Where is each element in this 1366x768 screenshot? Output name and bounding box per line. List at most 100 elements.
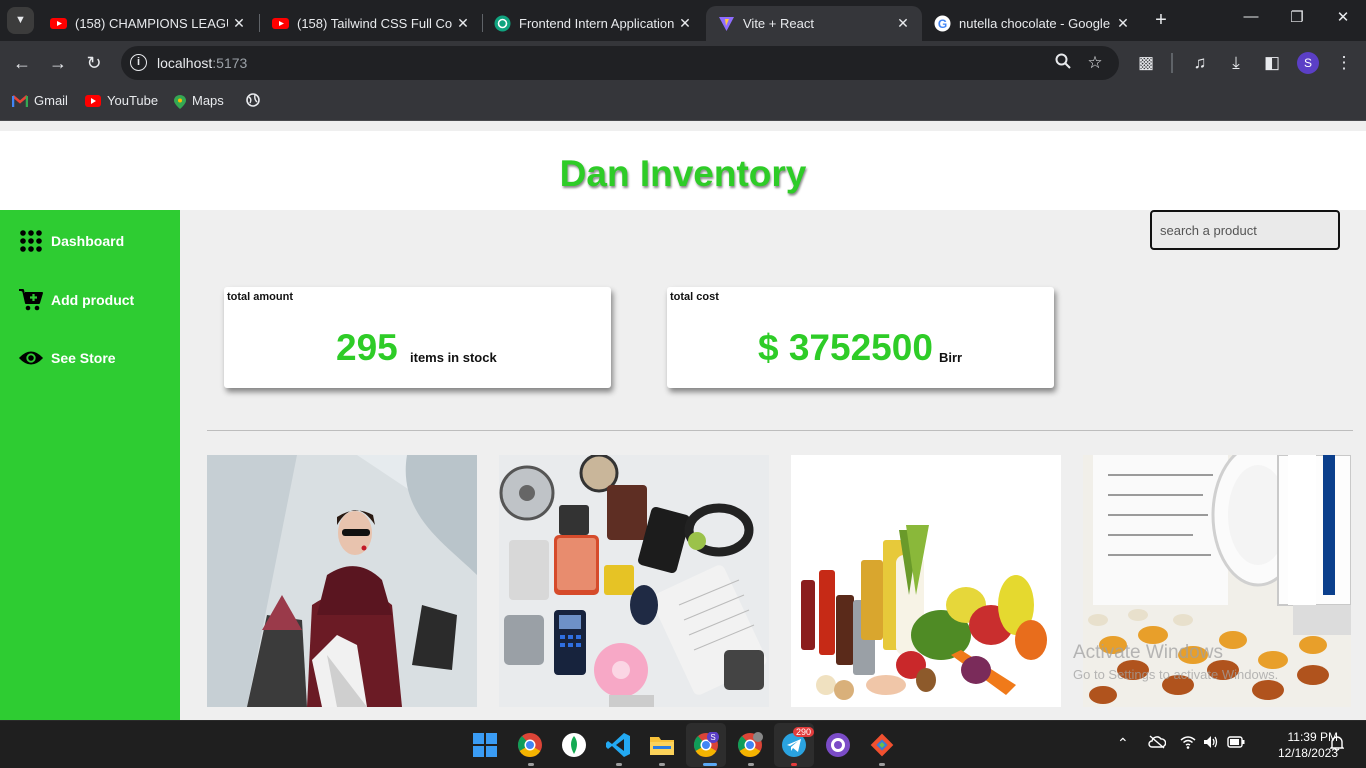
product-card-groceries[interactable] (791, 455, 1061, 707)
notification-badge: 290 (793, 727, 815, 737)
wifi-icon[interactable] (1180, 735, 1196, 752)
close-window-button[interactable]: ✕ (1328, 8, 1358, 26)
product-card-fashion[interactable] (207, 455, 477, 707)
sidebar-item-add-product[interactable]: Add product (18, 289, 134, 311)
system-clock[interactable]: 11:39 PM 12/18/2023 (1248, 729, 1338, 761)
card-label: total amount (227, 291, 293, 303)
total-amount-card: total amount 295 items in stock (224, 287, 611, 388)
minimize-button[interactable]: — (1236, 8, 1266, 25)
cart-plus-icon (18, 289, 44, 311)
chevron-up-icon[interactable]: ⌃ (1117, 735, 1129, 752)
youtube-icon (85, 94, 101, 107)
chrome-profile-icon[interactable]: S (693, 731, 719, 758)
tab-title: (158) Tailwind CSS Full Course (297, 16, 452, 31)
bookmark-label: Gmail (34, 93, 68, 108)
tab-title: Vite + React (743, 16, 814, 31)
tab-nutella-search[interactable]: G nutella chocolate - Google Search ✕ (922, 6, 1142, 41)
reload-button[interactable]: ↻ (82, 51, 106, 75)
tab-strip: ▼ (158) CHAMPIONS LEAGUE Goals ✕ (158) T… (0, 0, 1366, 41)
mongodb-icon[interactable] (561, 732, 587, 758)
cloud-off-icon[interactable] (1148, 735, 1167, 752)
bookmark-star-icon[interactable]: ☆ (1084, 52, 1106, 74)
section-divider (207, 430, 1353, 431)
more-menu-icon[interactable]: ⋮ (1333, 52, 1355, 74)
currency-unit: Birr (939, 350, 963, 365)
forward-button[interactable]: → (46, 51, 70, 75)
active-indicator (703, 763, 717, 766)
close-icon[interactable]: ✕ (674, 15, 696, 32)
running-indicator (659, 763, 665, 766)
clock-time: 11:39 PM (1287, 730, 1338, 744)
toolbar-divider (1171, 53, 1173, 73)
tab-champions-league[interactable]: (158) CHAMPIONS LEAGUE Goals ✕ (38, 6, 258, 41)
media-control-icon[interactable]: ♫ (1189, 52, 1211, 74)
tab-search-button[interactable]: ▼ (7, 7, 34, 34)
vscode-icon[interactable] (605, 732, 631, 758)
shopping-woman-image (207, 455, 477, 707)
sidebar-item-dashboard[interactable]: Dashboard (18, 230, 124, 252)
zoom-search-icon[interactable] (1052, 52, 1074, 74)
close-icon[interactable]: ✕ (228, 15, 250, 32)
stock-unit: items in stock (410, 350, 497, 365)
battery-icon[interactable] (1227, 735, 1245, 751)
restore-button[interactable]: ❐ (1282, 8, 1312, 26)
svg-text:G: G (938, 17, 947, 31)
tab-title: Frontend Intern Application (519, 16, 674, 31)
download-icon[interactable]: ⤓ (1225, 52, 1247, 74)
sidebar-item-see-store[interactable]: See Store (18, 347, 116, 369)
tab-tailwind-course[interactable]: (158) Tailwind CSS Full Course ✕ (260, 6, 482, 41)
notification-bell-icon[interactable] (1329, 735, 1345, 754)
taskbar: S 290 ⌃ 11:39 PM 12/18/2023 (0, 720, 1366, 768)
running-indicator (528, 763, 534, 766)
url-text[interactable]: localhost:5173 (157, 55, 247, 71)
sidebar-item-label: Dashboard (51, 233, 125, 249)
eye-icon (18, 347, 44, 369)
card-label: total cost (670, 291, 719, 303)
stock-count: 295 (336, 327, 398, 368)
close-icon[interactable]: ✕ (892, 15, 914, 32)
site-info-icon[interactable]: i (130, 54, 147, 71)
bookmark-youtube[interactable]: YouTube (85, 93, 158, 108)
extensions-icon[interactable]: ▩ (1135, 52, 1157, 74)
bookmark-maps[interactable]: Maps (174, 93, 224, 109)
vite-icon (718, 15, 735, 32)
running-indicator (879, 763, 885, 766)
globe-icon (246, 93, 260, 110)
activate-windows-watermark: Activate Windows Go to Settings to activ… (1073, 642, 1279, 682)
browser-toolbar: ← → ↻ i localhost:5173 ☆ ▩ ♫ ⤓ ◧ S ⋮ (0, 41, 1366, 85)
file-explorer-icon[interactable] (649, 732, 675, 758)
close-icon[interactable]: ✕ (452, 15, 474, 32)
tab-frontend-intern[interactable]: Frontend Intern Application ✕ (482, 6, 704, 41)
search-input[interactable] (1150, 210, 1340, 250)
gmail-icon (11, 94, 29, 107)
product-card-electronics[interactable] (499, 455, 769, 707)
bookmark-globe[interactable] (246, 93, 260, 110)
profile-avatar[interactable]: S (1297, 52, 1319, 74)
youtube-icon (50, 15, 67, 32)
chrome-alt-profile-icon[interactable] (737, 732, 763, 758)
back-button[interactable]: ← (10, 51, 34, 75)
tab-title: nutella chocolate - Google Search (959, 16, 1112, 31)
tab-vite-react[interactable]: Vite + React ✕ (706, 6, 922, 41)
electronics-image (499, 455, 769, 707)
volume-icon[interactable] (1203, 735, 1219, 752)
groceries-image (791, 455, 1061, 707)
side-panel-icon[interactable]: ◧ (1261, 52, 1283, 74)
github-desktop-icon[interactable] (825, 732, 851, 758)
git-tool-icon[interactable] (869, 732, 895, 758)
new-tab-button[interactable]: + (1150, 9, 1172, 31)
chrome-icon[interactable] (517, 732, 543, 758)
bookmark-label: YouTube (107, 93, 159, 108)
app-header: Dan Inventory (0, 131, 1366, 210)
close-icon[interactable]: ✕ (1112, 15, 1134, 32)
running-indicator (748, 763, 754, 766)
total-cost-card: total cost $ 3752500 Birr (667, 287, 1054, 388)
windows-start-icon[interactable] (472, 732, 498, 758)
sidebar: Dashboard Add product See Store (0, 210, 180, 720)
address-bar[interactable]: i localhost:5173 ☆ (121, 46, 1119, 80)
running-indicator (616, 763, 622, 766)
bookmark-gmail[interactable]: Gmail (11, 93, 68, 108)
app-title: Dan Inventory (559, 153, 807, 194)
sidebar-item-label: See Store (51, 350, 116, 366)
telegram-icon[interactable]: 290 (781, 727, 815, 758)
